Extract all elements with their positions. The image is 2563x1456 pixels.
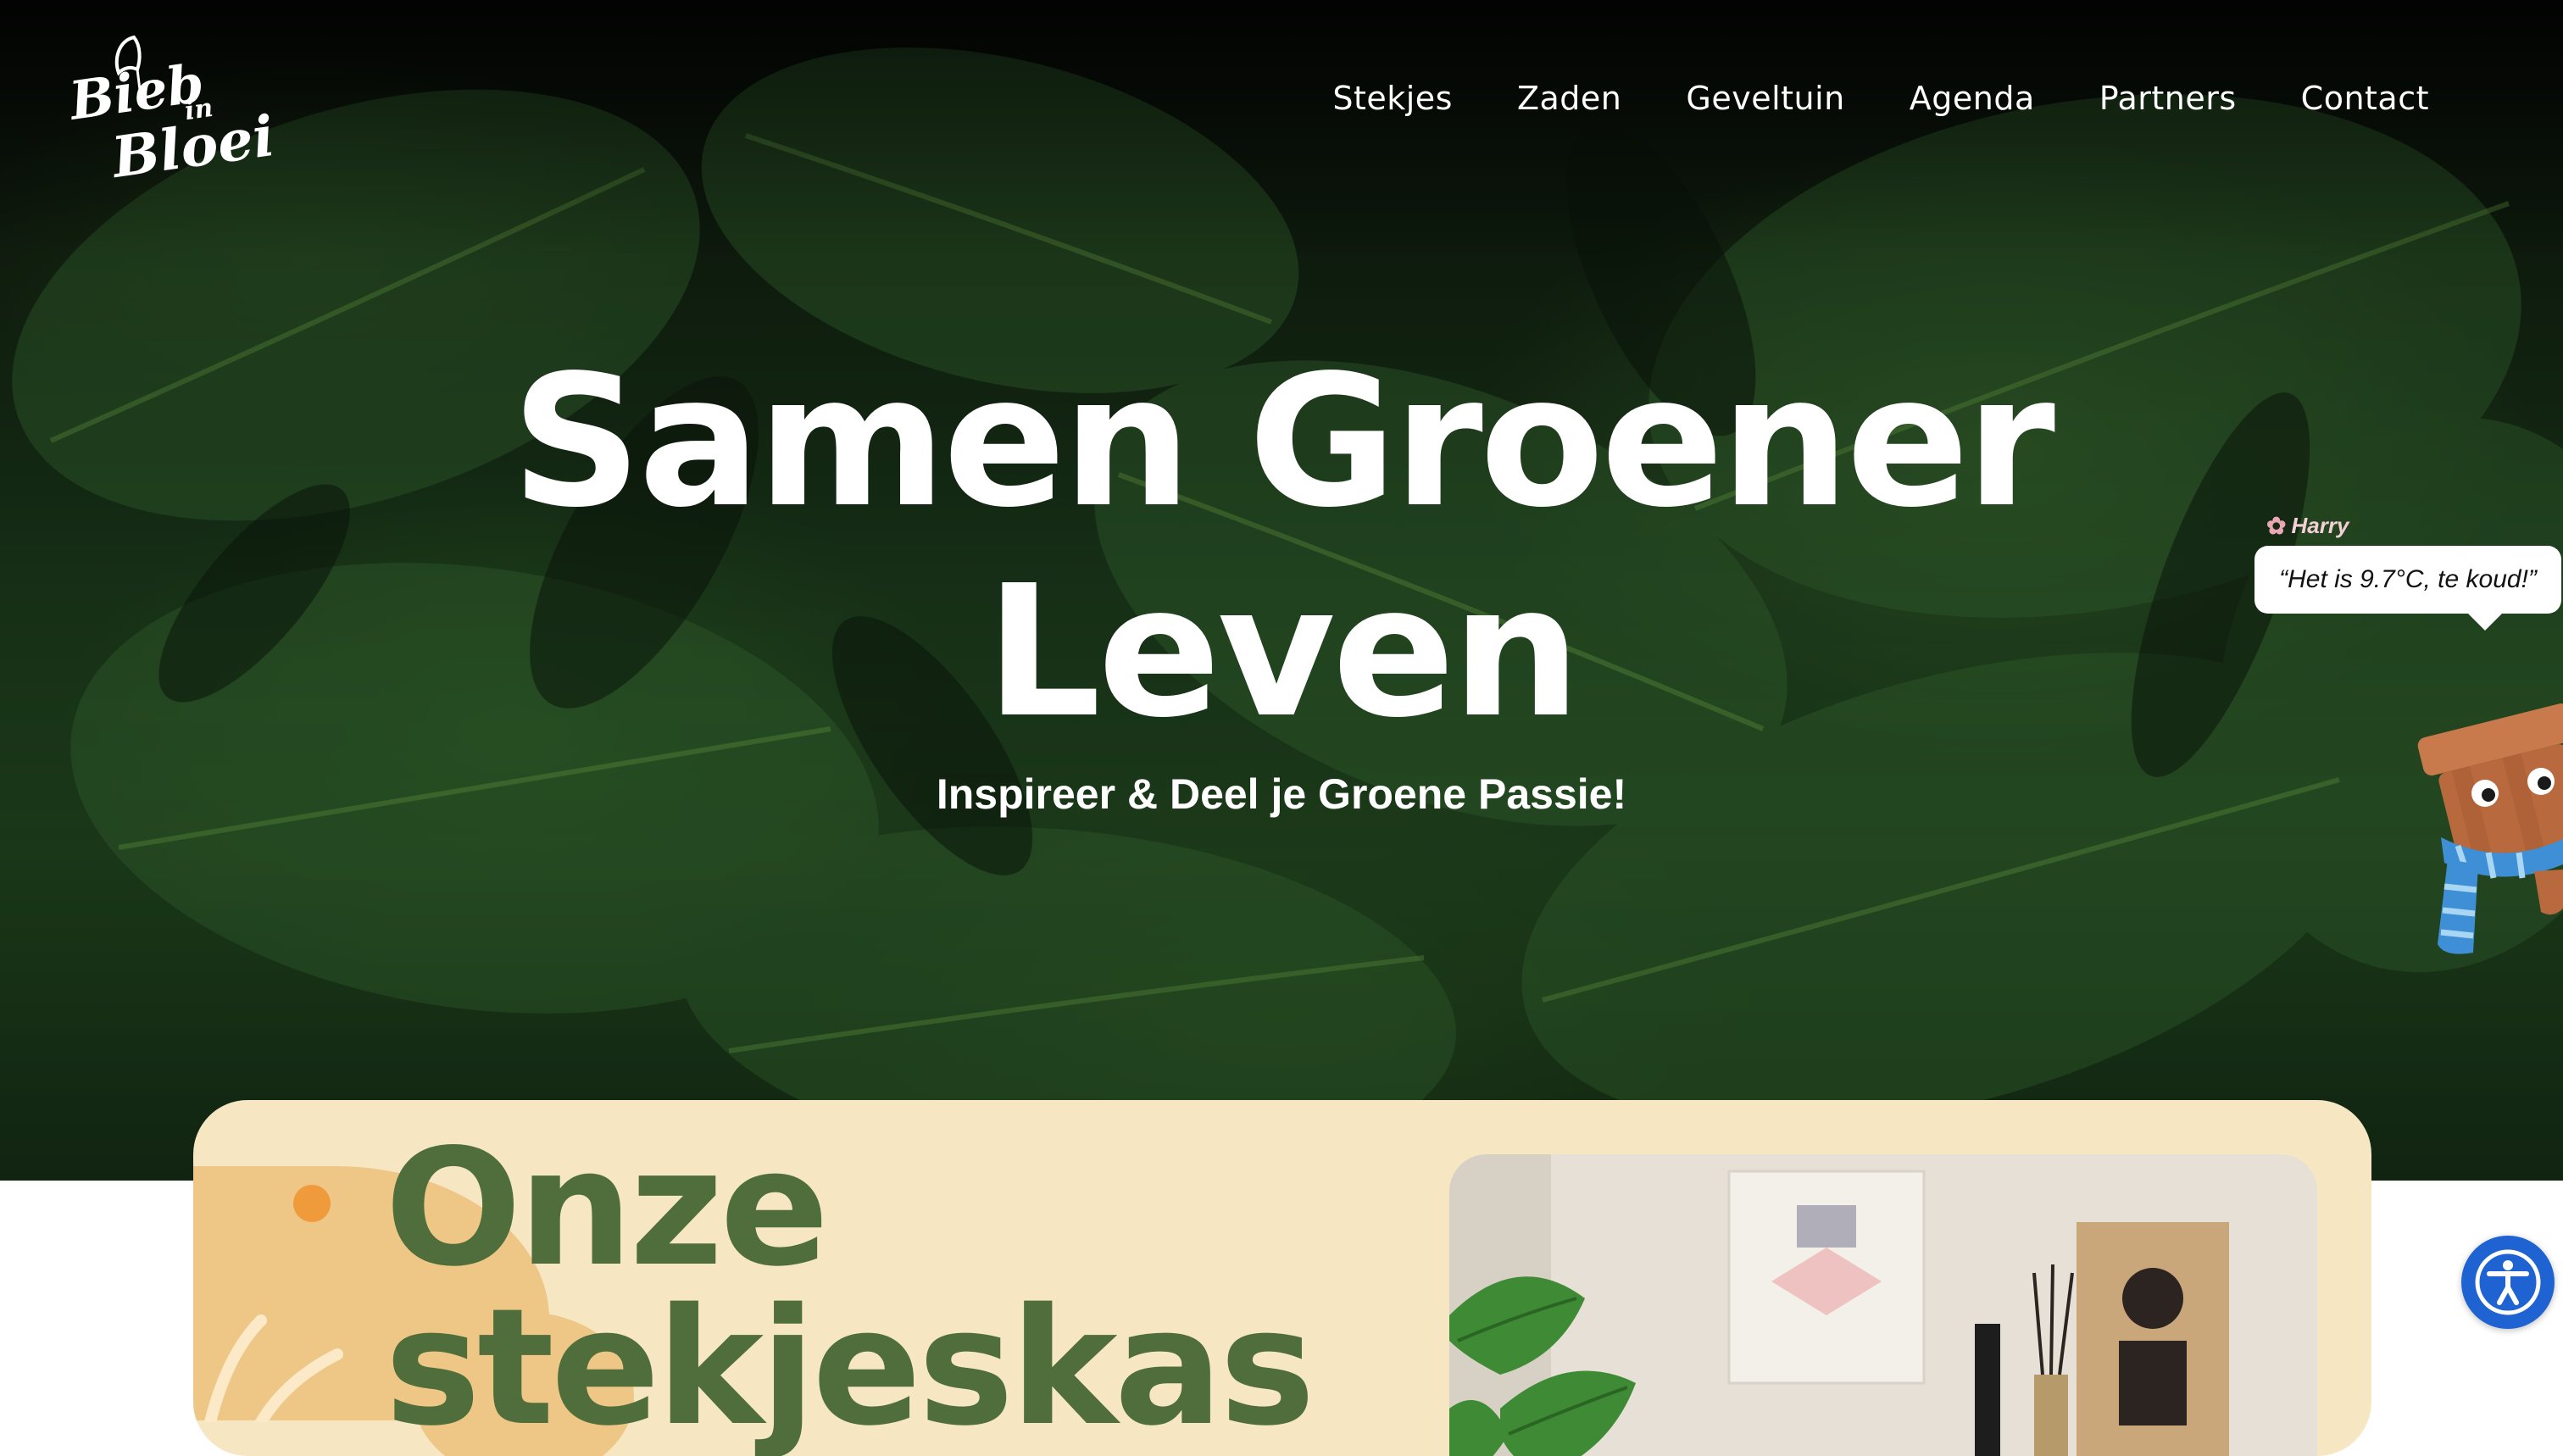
nav-item-partners[interactable]: Partners	[2099, 80, 2237, 117]
mascot-message: “Het is 9.7°C, te koud!”	[2279, 565, 2537, 593]
mascot-name: Harry	[2291, 513, 2349, 538]
nav-item-stekjes[interactable]: Stekjes	[1332, 80, 1453, 117]
accessibility-icon	[2475, 1249, 2541, 1315]
flowerpot-mascot[interactable]	[2407, 690, 2563, 970]
nav-item-contact[interactable]: Contact	[2301, 80, 2429, 117]
site-logo[interactable]: Bieb in Bloei	[64, 34, 278, 191]
decorative-dot	[293, 1185, 331, 1222]
hero-subtitle: Inspireer & Deel je Groene Passie!	[936, 770, 1627, 818]
nav-item-geveltuin[interactable]: Geveltuin	[1686, 80, 1844, 117]
mascot-speech-bubble: “Het is 9.7°C, te koud!”	[2254, 546, 2561, 631]
flower-icon: ✿	[2266, 513, 2287, 539]
section-title: Onze stekjeskas	[385, 1114, 1315, 1456]
hero-title-line1: Samen Groener	[511, 336, 2055, 547]
section-title-line2: stekjeskas	[385, 1274, 1315, 1456]
mascot-name-label: ✿ Harry	[2266, 512, 2349, 540]
main-nav: Stekjes Zaden Geveltuin Agenda Partners …	[1332, 80, 2429, 117]
nav-item-zaden[interactable]: Zaden	[1517, 80, 1621, 117]
decorative-grass-icon	[204, 1314, 343, 1422]
stekjeskas-card: Onze stekjeskas	[193, 1100, 2371, 1456]
section-title-line1: Onze	[385, 1114, 829, 1302]
hero-title: Samen Groener Leven	[0, 337, 2563, 758]
accessibility-button[interactable]	[2461, 1236, 2555, 1329]
nav-item-agenda[interactable]: Agenda	[1910, 80, 2035, 117]
stekjeskas-photo	[1449, 1154, 2317, 1456]
hero-title-line2: Leven	[985, 547, 1582, 758]
